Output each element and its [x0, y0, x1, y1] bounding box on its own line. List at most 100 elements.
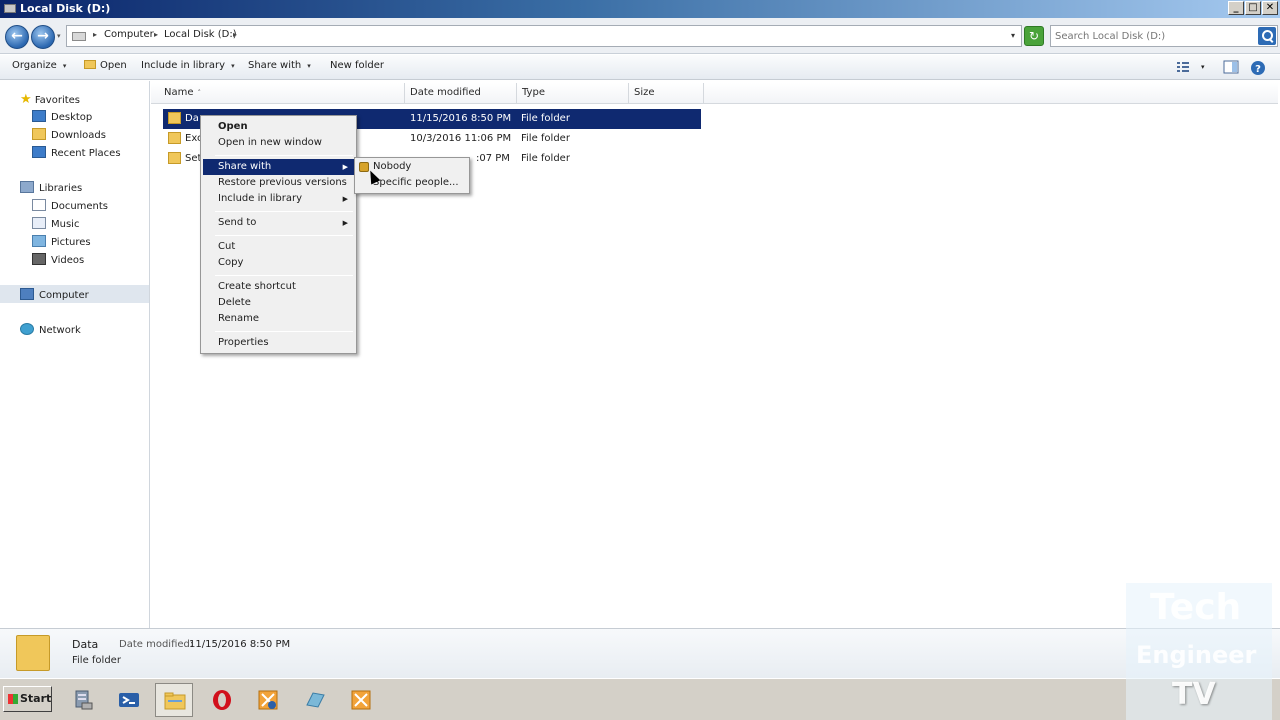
- watermark-line3: TV: [1172, 677, 1216, 712]
- menu-create-shortcut[interactable]: Create shortcut: [203, 279, 354, 295]
- taskbar-app-5[interactable]: [296, 683, 334, 717]
- taskbar-app-4[interactable]: [249, 683, 287, 717]
- forward-button[interactable]: →: [31, 25, 55, 49]
- refresh-button[interactable]: ↻: [1024, 26, 1044, 46]
- column-type[interactable]: Type: [517, 83, 629, 104]
- search-box[interactable]: [1050, 25, 1278, 47]
- menu-send-to[interactable]: Send to ▶: [203, 215, 354, 231]
- app-icon-5: [306, 692, 325, 708]
- start-button[interactable]: Start: [3, 686, 52, 712]
- back-button[interactable]: ←: [5, 25, 29, 49]
- column-name[interactable]: Name ˄: [159, 83, 405, 104]
- svg-text:?: ?: [1255, 64, 1261, 75]
- column-size[interactable]: Size: [629, 83, 704, 104]
- pictures-icon: [32, 235, 46, 247]
- close-button[interactable]: ✕: [1262, 1, 1278, 15]
- taskbar-explorer[interactable]: [155, 683, 193, 717]
- nav-computer[interactable]: Computer: [20, 288, 89, 301]
- watermark: Tech Engineer TV: [1126, 583, 1272, 720]
- taskbar-app-6[interactable]: [342, 683, 380, 717]
- menu-delete[interactable]: Delete: [203, 295, 354, 311]
- start-label: Start: [20, 692, 52, 705]
- taskbar-server-manager[interactable]: [64, 683, 102, 717]
- organize-button[interactable]: Organize ▾: [12, 60, 66, 71]
- nav-documents[interactable]: Documents: [32, 199, 108, 212]
- chevron-down-icon: ▾: [307, 62, 311, 70]
- nav-pictures-label: Pictures: [51, 237, 91, 248]
- menu-open-new-window[interactable]: Open in new window: [203, 135, 354, 151]
- nav-desktop[interactable]: Desktop: [32, 110, 92, 123]
- view-options-dropdown[interactable]: ▾: [1201, 63, 1205, 71]
- nav-network[interactable]: Network: [20, 323, 81, 336]
- nav-videos[interactable]: Videos: [32, 253, 84, 266]
- breadcrumb-computer[interactable]: Computer: [104, 29, 154, 40]
- maximize-button[interactable]: □: [1245, 1, 1261, 15]
- submenu-specific-people[interactable]: Specific people...: [373, 177, 459, 188]
- menu-rename[interactable]: Rename: [203, 311, 354, 327]
- column-name-label: Name: [164, 87, 194, 98]
- search-icon[interactable]: [1258, 27, 1276, 45]
- taskbar-opera[interactable]: [203, 683, 241, 717]
- details-type: File folder: [72, 655, 121, 666]
- menu-share-with[interactable]: Share with ▶: [203, 159, 354, 175]
- nav-network-label: Network: [39, 325, 81, 336]
- submenu-nobody[interactable]: Nobody: [373, 161, 411, 172]
- videos-icon: [32, 253, 46, 265]
- refresh-icon: ↻: [1028, 29, 1040, 43]
- powershell-icon: [119, 693, 139, 707]
- change-view-icon[interactable]: [1175, 60, 1191, 74]
- menu-properties[interactable]: Properties: [203, 335, 354, 351]
- nav-music[interactable]: Music: [32, 217, 79, 230]
- back-icon: ←: [11, 28, 23, 44]
- breadcrumb-arrow[interactable]: ▸: [154, 30, 158, 39]
- details-pane: Data File folder Date modified: 11/15/20…: [0, 628, 1280, 678]
- nav-recent-places[interactable]: Recent Places: [32, 146, 121, 159]
- details-date-modified-value: 11/15/2016 8:50 PM: [189, 639, 291, 650]
- search-input[interactable]: [1055, 29, 1251, 43]
- drive-icon: [72, 32, 86, 41]
- menu-include-in-library[interactable]: Include in library ▶: [203, 191, 354, 207]
- open-button[interactable]: Open: [84, 60, 127, 71]
- watermark-line1: Tech: [1150, 587, 1242, 628]
- new-folder-button[interactable]: New folder: [330, 60, 384, 71]
- menu-include-in-library-label: Include in library: [218, 193, 303, 204]
- file-name: Set: [185, 153, 202, 164]
- help-icon[interactable]: ?: [1250, 60, 1266, 75]
- menu-restore-previous-versions[interactable]: Restore previous versions: [203, 175, 354, 191]
- menu-cut[interactable]: Cut: [203, 239, 354, 255]
- recent-pages-dropdown[interactable]: ▾: [57, 32, 61, 40]
- file-type: File folder: [521, 153, 570, 164]
- nav-pictures[interactable]: Pictures: [32, 235, 91, 248]
- breadcrumb-local-disk[interactable]: Local Disk (D:): [164, 29, 237, 40]
- folder-icon: [16, 635, 50, 671]
- recent-places-icon: [32, 146, 46, 158]
- address-box[interactable]: ▸ Computer ▸ Local Disk (D:) ▸ ▾: [66, 25, 1022, 47]
- nav-favorites[interactable]: ★ Favorites: [20, 92, 80, 107]
- taskbar: Start: [0, 678, 1280, 720]
- details-date-modified-label: Date modified:: [119, 639, 194, 650]
- minimize-button[interactable]: _: [1228, 1, 1244, 15]
- file-date: 11/15/2016 8:50 PM: [410, 113, 512, 124]
- server-manager-icon: [75, 690, 93, 710]
- submenu-arrow-icon: ▶: [342, 195, 348, 203]
- forward-icon: →: [37, 28, 49, 44]
- star-icon: ★: [20, 92, 32, 107]
- nav-downloads-label: Downloads: [51, 130, 106, 141]
- share-with-button[interactable]: Share with ▾: [248, 60, 311, 71]
- sort-arrow-icon: ˄: [197, 89, 202, 97]
- address-dropdown[interactable]: ▾: [1011, 31, 1015, 40]
- nav-downloads[interactable]: Downloads: [32, 128, 106, 141]
- windows-logo-icon: [8, 694, 18, 704]
- include-in-library-button[interactable]: Include in library ▾: [141, 60, 235, 71]
- preview-pane-icon[interactable]: [1223, 60, 1239, 74]
- taskbar-powershell[interactable]: [110, 683, 148, 717]
- breadcrumb-arrow[interactable]: ▸: [233, 30, 237, 39]
- nav-libraries[interactable]: Libraries: [20, 181, 82, 194]
- breadcrumb-arrow[interactable]: ▸: [93, 30, 97, 39]
- chevron-down-icon: ▾: [62, 62, 67, 70]
- menu-open[interactable]: Open: [203, 119, 354, 135]
- column-date-modified[interactable]: Date modified: [405, 83, 517, 104]
- explorer-icon: [164, 692, 186, 710]
- menu-copy[interactable]: Copy: [203, 255, 354, 271]
- computer-icon: [20, 288, 34, 300]
